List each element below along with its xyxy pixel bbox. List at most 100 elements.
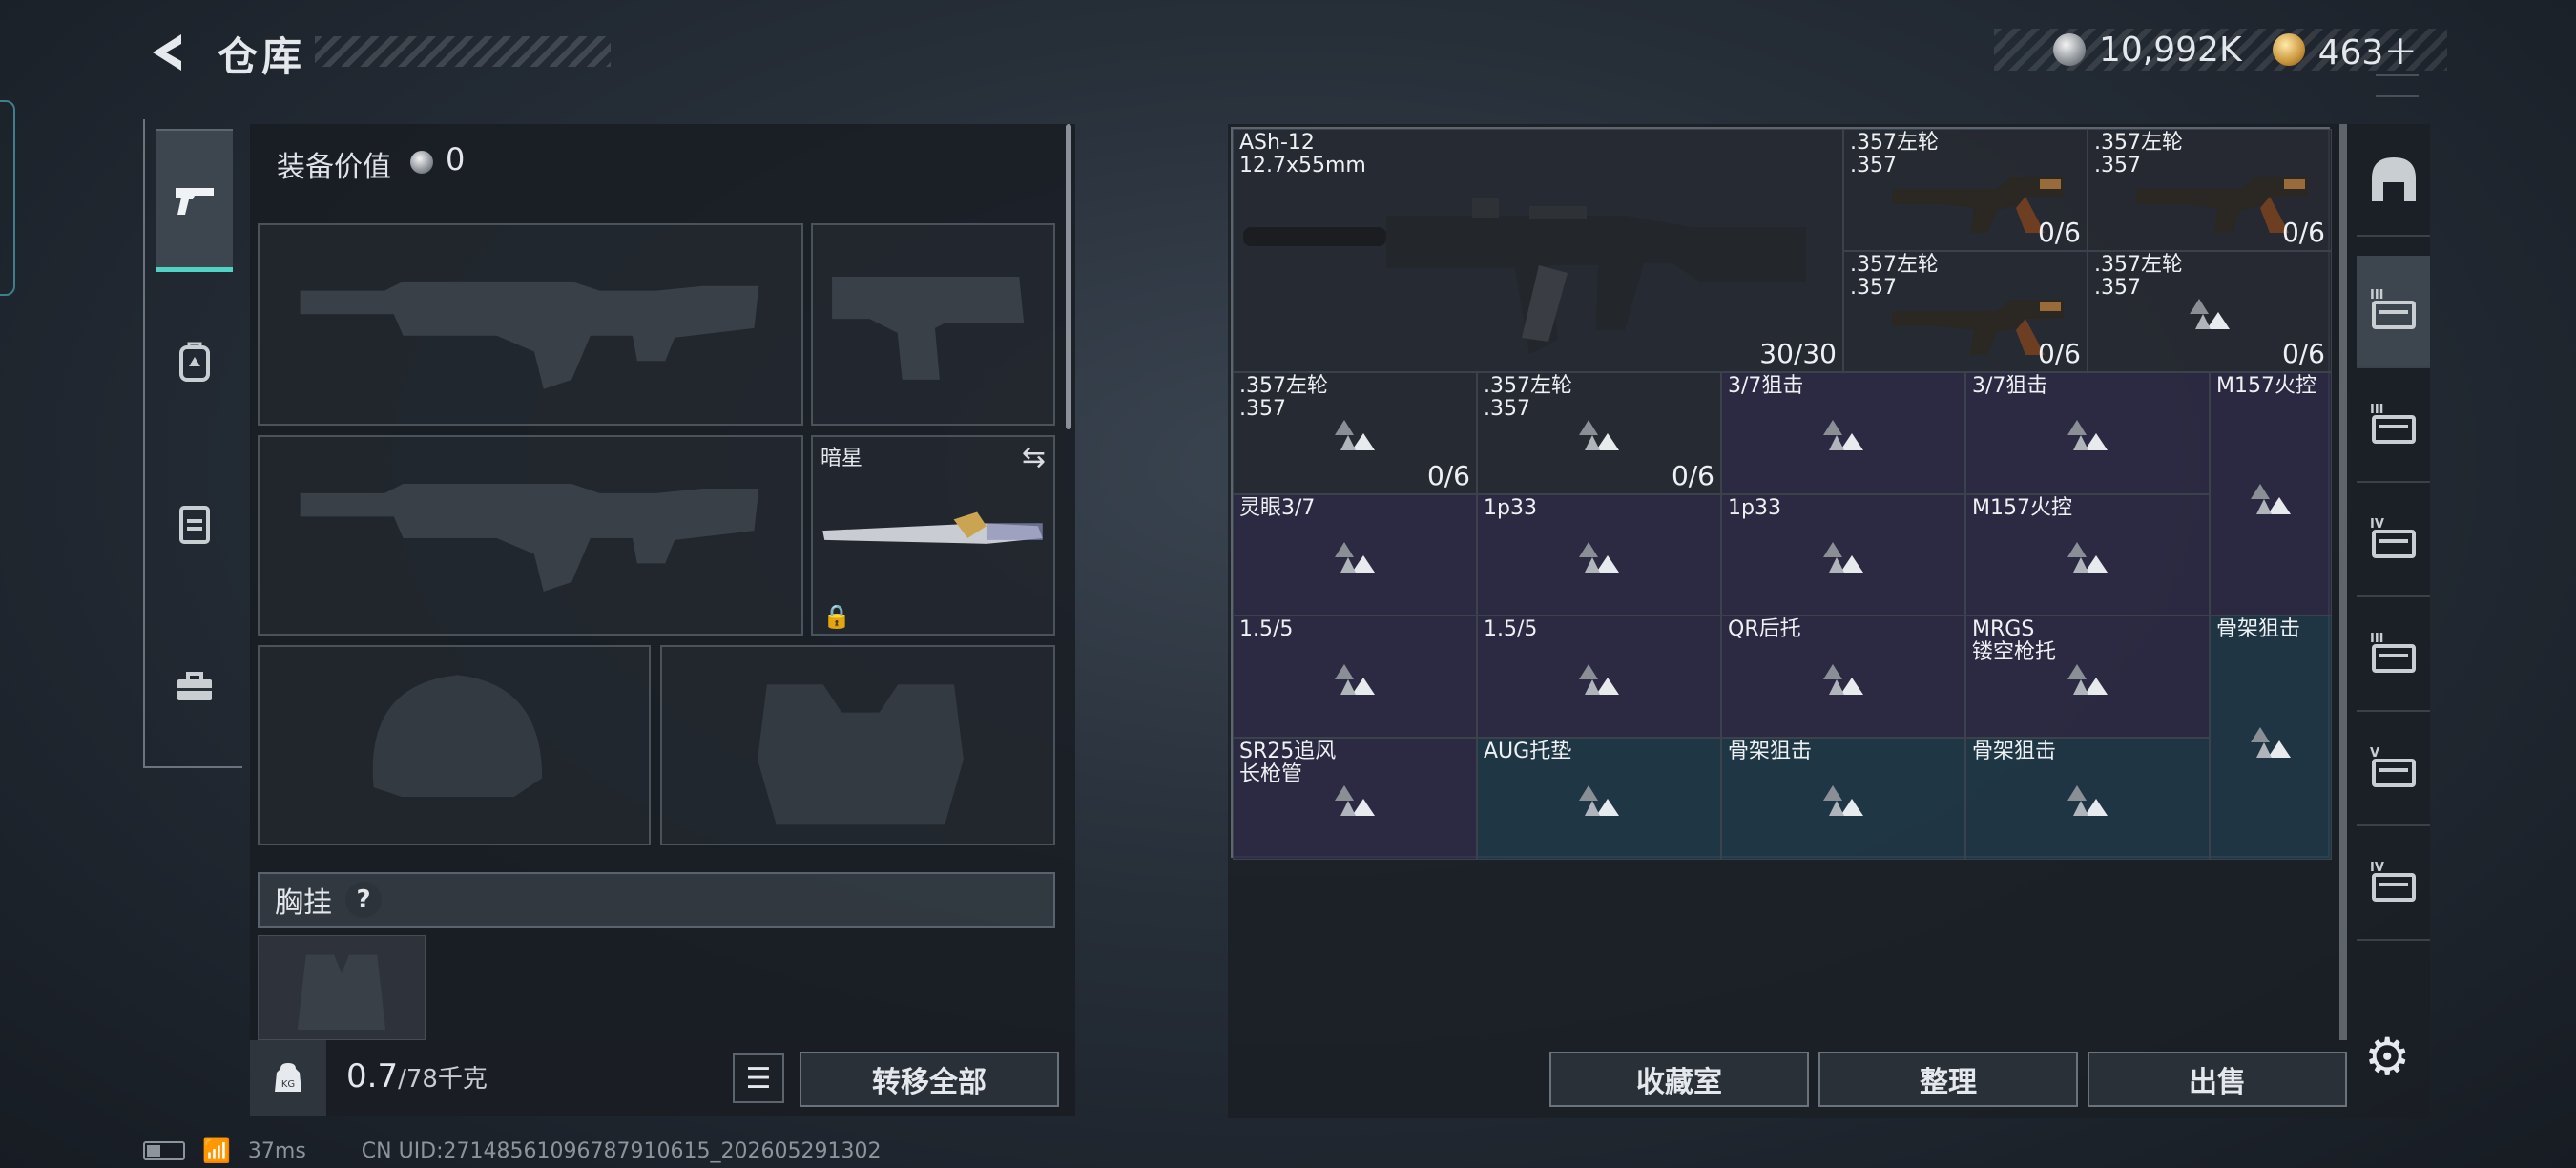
storage-item[interactable]: 骨架狙击 — [2210, 615, 2332, 860]
page-title: 仓库 — [218, 33, 306, 80]
storage-item[interactable]: 1.5/5 — [1477, 615, 1721, 738]
home-icon — [2371, 157, 2416, 201]
rifle-silhouette-icon — [300, 484, 759, 592]
item-name: SR25追风 长枪管 — [1239, 740, 1337, 786]
storage-item[interactable]: .357左轮 .357 0/6 — [1843, 129, 2088, 251]
storage-item[interactable]: MRGS 镂空枪托 — [1965, 615, 2210, 738]
storage-tab-5[interactable]: III — [2357, 599, 2430, 712]
item-name: M157火控 — [1972, 495, 2072, 520]
storage-item[interactable]: .357左轮 .357 0/6 — [1233, 372, 1477, 494]
tab-backpack[interactable] — [156, 291, 233, 434]
storage-item[interactable]: ASh-12 12.7x55mm 30/30 — [1233, 129, 1843, 373]
tab-toolbox[interactable] — [156, 615, 233, 759]
sell-button[interactable]: 出售 — [2088, 1052, 2347, 1107]
uid-text: CN UID:27148561096787910615_202605291302 — [361, 1138, 882, 1163]
side-drawer-handle[interactable] — [0, 100, 15, 296]
battery-icon — [143, 1141, 185, 1160]
equipment-scrollbar[interactable] — [1066, 124, 1071, 429]
tab-weapons[interactable] — [156, 129, 233, 272]
storage-item[interactable]: 骨架狙击 — [1965, 738, 2210, 860]
gold-balance[interactable]: 463＋ — [2318, 25, 2419, 74]
item-count: 0/6 — [2281, 216, 2325, 248]
storage-item[interactable]: 骨架狙击 — [1721, 738, 1965, 860]
storage-tab-6[interactable]: V — [2357, 714, 2430, 826]
item-count: 30/30 — [1759, 338, 1837, 370]
storage-scrollbar[interactable] — [2339, 124, 2347, 1040]
storage-tab-bar: III III IV III V IV — [2357, 124, 2430, 1040]
storage-item[interactable]: .357左轮 .357 0/6 — [2088, 129, 2332, 251]
storage-item[interactable]: 1.5/5 — [1233, 615, 1477, 738]
melee-slot[interactable]: 暗星 ⇆ 🔒 — [811, 435, 1055, 636]
storage-tab-7[interactable]: IV — [2357, 828, 2430, 941]
weight-max: /78千克 — [398, 1065, 488, 1094]
folder-4-icon: IV — [2370, 517, 2416, 558]
status-bar: 📶 37ms CN UID:27148561096787910615_20260… — [143, 1137, 881, 1164]
item-name: 3/7狙击 — [1728, 374, 1804, 399]
collection-room-button[interactable]: 收藏室 — [1549, 1052, 1809, 1107]
item-placeholder-icon — [1335, 420, 1375, 451]
item-count: 0/6 — [2037, 338, 2081, 370]
item-name: .357左轮 .357 — [1850, 252, 1939, 300]
item-count: 0/6 — [2281, 338, 2325, 370]
storage-item[interactable]: 灵眼3/7 — [1233, 493, 1477, 616]
item-placeholder-icon — [2251, 483, 2291, 514]
storage-item[interactable]: SR25追风 长枪管 — [1233, 738, 1477, 860]
storage-item[interactable]: M157火控 — [1965, 493, 2210, 616]
vest-icon — [179, 506, 210, 544]
storage-item[interactable]: M157火控 — [2210, 372, 2332, 616]
storage-item[interactable]: 1p33 — [1721, 493, 1965, 616]
storage-tab-4[interactable]: IV — [2357, 485, 2430, 597]
item-name: .357左轮 .357 — [1484, 374, 1572, 422]
storage-tab-2[interactable]: III — [2357, 256, 2430, 368]
secondary-weapon-slot[interactable] — [811, 223, 1055, 426]
case-3-icon: III — [2370, 632, 2416, 673]
item-placeholder-icon — [2190, 298, 2230, 329]
gold-coin-icon — [2272, 33, 2305, 66]
primary-weapon-slot[interactable] — [258, 223, 803, 426]
storage-tab-3[interactable]: III — [2357, 370, 2430, 483]
weight-icon: KG — [250, 1040, 326, 1116]
sort-button[interactable]: 整理 — [1818, 1052, 2078, 1107]
list-view-button[interactable]: ☰ — [733, 1053, 784, 1103]
back-arrow-icon[interactable] — [143, 29, 191, 76]
storage-tab-1[interactable] — [2357, 124, 2430, 237]
storage-item[interactable]: 3/7狙击 — [1965, 372, 2210, 494]
backpack-icon — [179, 342, 210, 382]
ping-value: 37ms — [247, 1138, 306, 1163]
tab-rank: III — [2370, 403, 2384, 417]
item-placeholder-icon — [2251, 727, 2291, 759]
item-name: .357左轮 .357 — [1850, 131, 1939, 177]
storage-item[interactable]: 1p33 — [1477, 493, 1721, 616]
storage-item[interactable]: AUG托垫 — [1477, 738, 1721, 860]
storage-item[interactable]: 3/7狙击 — [1721, 372, 1965, 494]
transfer-all-button[interactable]: 转移全部 — [800, 1052, 1059, 1107]
chest-rig-slot[interactable] — [258, 935, 426, 1040]
storage-item[interactable]: .357左轮 .357 0/6 — [1843, 250, 2088, 373]
item-placeholder-icon — [2067, 663, 2108, 695]
pistol-silhouette-icon — [832, 276, 1025, 380]
tab-vest[interactable] — [156, 453, 233, 596]
tab-rank: IV — [2370, 861, 2384, 875]
ash12-rifle-icon — [1243, 198, 1806, 354]
item-placeholder-icon — [1823, 420, 1863, 451]
armor-silhouette-icon — [758, 684, 964, 825]
settings-gear-icon[interactable]: ⚙ — [2364, 1027, 2410, 1087]
storage-item[interactable]: QR后托 — [1721, 615, 1965, 738]
lock-icon: 🔒 — [822, 603, 851, 630]
item-name: 骨架狙击 — [1728, 740, 1813, 763]
tab-rank: III — [2370, 288, 2384, 302]
item-placeholder-icon — [1335, 542, 1375, 574]
backup-weapon-slot[interactable] — [258, 435, 803, 636]
item-name: 1p33 — [1728, 495, 1781, 520]
storage-item[interactable]: .357左轮 .357 0/6 — [1477, 372, 1721, 494]
help-icon[interactable]: ? — [345, 882, 382, 918]
item-name: .357左轮 .357 — [2094, 131, 2183, 177]
storage-item[interactable]: .357左轮 .357 0/6 — [2088, 250, 2332, 373]
equipment-value: 0 — [446, 141, 466, 177]
helmet-slot[interactable] — [258, 645, 651, 845]
left-tab-bar — [143, 119, 242, 768]
crate-5-icon: V — [2370, 746, 2416, 787]
tab-rank: V — [2370, 746, 2379, 761]
armor-slot[interactable] — [660, 645, 1055, 845]
item-count: 0/6 — [2037, 216, 2081, 248]
